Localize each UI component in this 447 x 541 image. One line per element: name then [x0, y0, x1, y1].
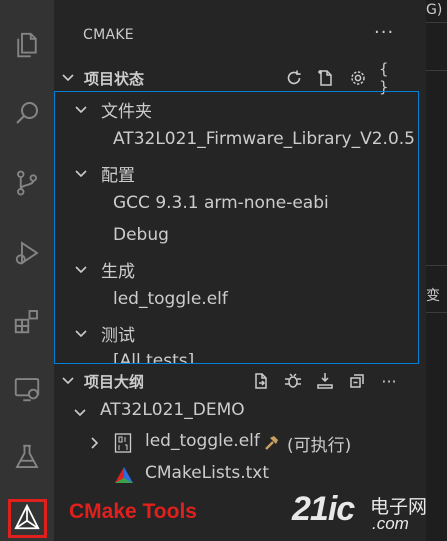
watermark-domain: .com — [372, 514, 409, 533]
chevron-down-icon — [75, 170, 87, 178]
target-name: led_toggle.elf — [145, 431, 260, 451]
explorer-icon[interactable] — [0, 18, 54, 72]
folder-label: 文件夹 — [101, 102, 152, 122]
gear-icon[interactable] — [347, 67, 369, 89]
tree-item-folder-value[interactable]: AT32L021_Firmware_Library_V2.0.5 — [55, 126, 418, 156]
tree-item-variant[interactable]: Debug — [55, 222, 418, 252]
outline-more-button[interactable]: ··· — [378, 370, 400, 392]
new-file-icon[interactable] — [315, 67, 337, 89]
chevron-down-icon — [75, 266, 87, 274]
chevron-down-icon — [75, 330, 87, 338]
debug-bug-icon[interactable] — [282, 370, 304, 392]
testing-flask-icon[interactable] — [0, 430, 54, 484]
project-outline-header[interactable]: 项目大纲 ··· — [54, 368, 426, 394]
source-control-icon[interactable] — [0, 156, 54, 210]
remote-explorer-icon[interactable] — [0, 362, 54, 416]
project-status-tree: 文件夹 AT32L021_Firmware_Library_V2.0.5 配置 … — [54, 91, 419, 364]
extensions-icon[interactable] — [0, 294, 54, 348]
project-status-title: 项目状态 — [84, 70, 145, 88]
tree-item-build-target[interactable]: led_toggle.elf — [55, 286, 418, 316]
build-target: led_toggle.elf — [113, 289, 228, 309]
highlight-frame — [8, 499, 47, 538]
tree-item-test[interactable]: 测试 — [55, 318, 418, 348]
chevron-right-icon — [91, 437, 99, 449]
chevron-down-icon — [62, 74, 74, 82]
open-file-icon[interactable] — [250, 370, 272, 392]
chevron-down-icon — [74, 409, 86, 417]
cmakelists-name: CMakeLists.txt — [145, 463, 270, 483]
config-variant: Debug — [113, 225, 169, 245]
config-label: 配置 — [101, 166, 135, 186]
collapse-all-icon[interactable] — [346, 370, 368, 392]
tree-item-test-value[interactable]: [All tests] — [55, 348, 418, 364]
build-all-icon[interactable] — [314, 370, 336, 392]
tree-item-config[interactable]: 配置 — [55, 158, 418, 188]
binary-file-icon — [114, 433, 132, 453]
project-status-header[interactable]: 项目状态 { } — [54, 60, 426, 96]
folder-value: AT32L021_Firmware_Library_V2.0.5 — [113, 129, 415, 149]
cmake-file-icon — [115, 467, 133, 483]
editor-area-edge: G) 变 — [426, 0, 447, 541]
outline-target[interactable]: led_toggle.elf (可执行) — [54, 428, 426, 458]
sidebar-title: CMAKE — [83, 27, 134, 43]
search-icon[interactable] — [0, 86, 54, 140]
refresh-icon[interactable] — [283, 67, 305, 89]
test-value: [All tests] — [113, 351, 195, 364]
watermark: 21ic 电子网 .com — [292, 490, 442, 538]
activity-bar — [0, 0, 54, 541]
tree-item-kit[interactable]: GCC 9.3.1 arm-none-eabi — [55, 190, 418, 220]
build-label: 生成 — [101, 262, 135, 282]
editor-edge-text-mid: 变 — [426, 288, 440, 304]
more-actions-button[interactable]: ··· — [374, 22, 394, 43]
project-name: AT32L021_DEMO — [100, 400, 245, 420]
chevron-down-icon — [75, 106, 87, 114]
braces-icon[interactable]: { } — [379, 60, 401, 96]
target-kind: (可执行) — [287, 436, 352, 456]
project-outline-title: 项目大纲 — [84, 373, 145, 391]
run-debug-icon[interactable] — [0, 226, 54, 280]
tree-item-build[interactable]: 生成 — [55, 254, 418, 284]
outline-project[interactable]: AT32L021_DEMO — [54, 397, 426, 427]
test-label: 测试 — [101, 326, 135, 346]
editor-edge-text-top: G) — [426, 2, 443, 18]
outline-cmakelists[interactable]: CMakeLists.txt — [54, 460, 426, 490]
watermark-num: 21ic — [292, 490, 355, 528]
cmake-tools-annotation: CMake Tools — [69, 500, 197, 523]
config-kit: GCC 9.3.1 arm-none-eabi — [113, 193, 329, 213]
cmake-sidebar: CMAKE ··· 项目状态 { } 文件夹 AT32L021_Firmware… — [54, 0, 426, 541]
sidebar-header: CMAKE ··· — [54, 0, 426, 64]
chevron-down-icon — [62, 377, 74, 385]
tree-item-folder[interactable]: 文件夹 — [55, 94, 418, 124]
hammer-icon — [265, 436, 278, 450]
